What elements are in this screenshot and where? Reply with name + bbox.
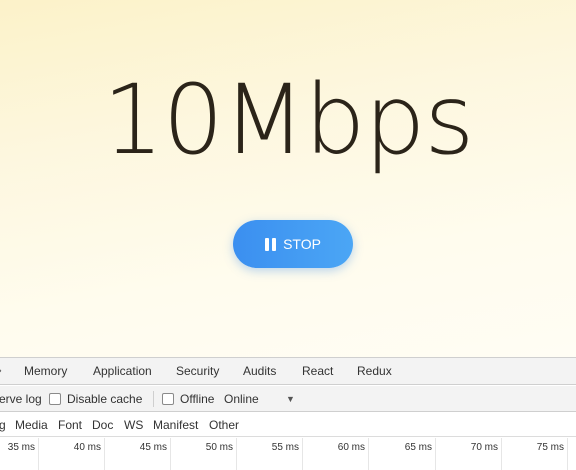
stop-button[interactable]: STOP	[233, 220, 353, 268]
timeline-tick-label: 40 ms	[73, 442, 101, 453]
tab-redux[interactable]: Redux	[357, 358, 392, 385]
preserve-log-label[interactable]: erve log	[0, 386, 42, 412]
filter-other[interactable]: Other	[209, 413, 239, 437]
network-timeline-overview[interactable]: 35 ms 40 ms 45 ms 50 ms 55 ms 60 ms 65 m…	[0, 438, 576, 470]
speed-readout: 10Mbps	[102, 64, 475, 176]
filter-media[interactable]: Media	[15, 413, 48, 437]
tab-react[interactable]: React	[302, 358, 333, 385]
timeline-gridline	[302, 438, 303, 470]
timeline-gridline	[368, 438, 369, 470]
devtools-tab-bar: › Memory Application Security Audits Rea…	[0, 358, 576, 385]
filter-img[interactable]: g	[0, 413, 6, 437]
toolbar-divider	[153, 391, 154, 407]
timeline-gridline	[38, 438, 39, 470]
stop-button-label: STOP	[283, 236, 321, 252]
timeline-gridline	[236, 438, 237, 470]
dropdown-arrow-icon[interactable]: ▼	[286, 386, 295, 412]
filter-doc[interactable]: Doc	[92, 413, 113, 437]
tab-memory[interactable]: Memory	[24, 358, 67, 385]
filter-font[interactable]: Font	[58, 413, 82, 437]
timeline-gridline	[435, 438, 436, 470]
resource-filter-bar: g Media Font Doc WS Manifest Other	[0, 413, 576, 437]
chevron-left-icon[interactable]: ›	[0, 358, 2, 385]
offline-checkbox[interactable]	[162, 393, 174, 405]
timeline-gridline	[104, 438, 105, 470]
timeline-tick-label: 70 ms	[470, 442, 498, 453]
pause-icon	[265, 237, 277, 251]
filter-ws[interactable]: WS	[124, 413, 143, 437]
throttle-select[interactable]: Online	[224, 386, 259, 412]
tab-security[interactable]: Security	[176, 358, 219, 385]
timeline-tick-label: 75 ms	[536, 442, 564, 453]
tab-audits[interactable]: Audits	[243, 358, 276, 385]
timeline-gridline	[170, 438, 171, 470]
devtools-panel: › Memory Application Security Audits Rea…	[0, 357, 576, 470]
timeline-tick-label: 60 ms	[337, 442, 365, 453]
speed-test-panel: 10Mbps STOP	[0, 0, 576, 357]
timeline-tick-label: 65 ms	[404, 442, 432, 453]
timeline-gridline	[567, 438, 568, 470]
timeline-gridline	[501, 438, 502, 470]
offline-label[interactable]: Offline	[180, 386, 214, 412]
timeline-tick-label: 55 ms	[271, 442, 299, 453]
network-toolbar: erve log Disable cache Offline Online ▼	[0, 386, 576, 412]
disable-cache-checkbox[interactable]	[49, 393, 61, 405]
tab-application[interactable]: Application	[93, 358, 152, 385]
filter-manifest[interactable]: Manifest	[153, 413, 198, 437]
timeline-tick-label: 50 ms	[205, 442, 233, 453]
timeline-tick-label: 45 ms	[139, 442, 167, 453]
timeline-tick-label: 35 ms	[7, 442, 35, 453]
disable-cache-label[interactable]: Disable cache	[67, 386, 142, 412]
